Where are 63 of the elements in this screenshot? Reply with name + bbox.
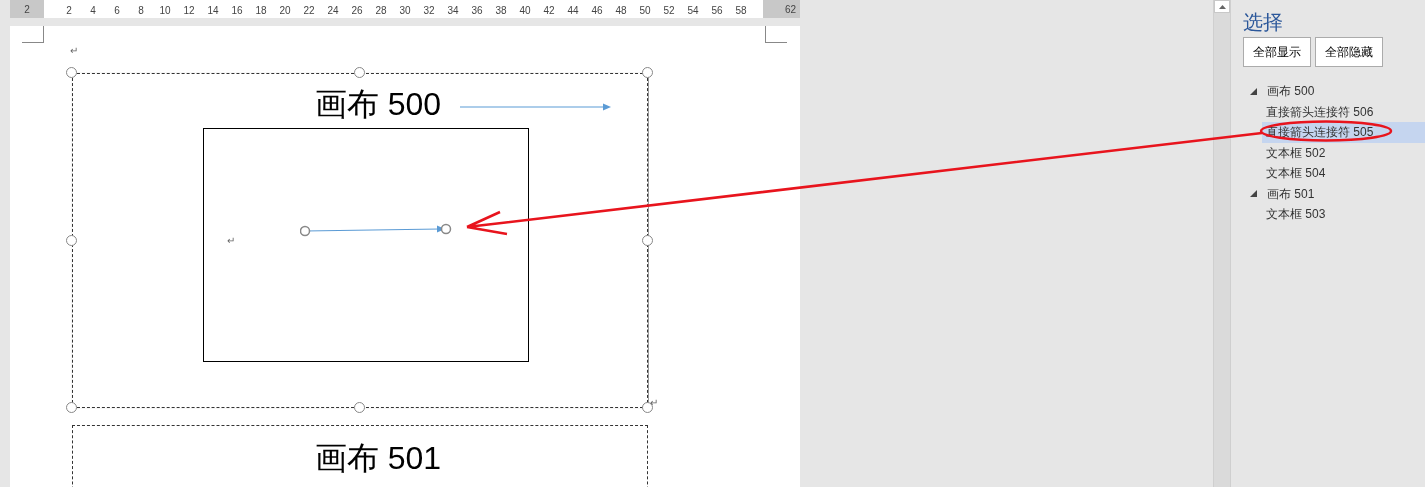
expanded-icon[interactable] bbox=[1250, 190, 1257, 198]
up-arrow-icon bbox=[1218, 4, 1226, 9]
margin-corner-mark bbox=[22, 26, 44, 43]
resize-handle[interactable] bbox=[642, 67, 653, 78]
ruler-number: 56 bbox=[711, 4, 723, 18]
ruler-number: 12 bbox=[183, 4, 195, 18]
pane-title: 选择 bbox=[1242, 10, 1284, 35]
resize-handle[interactable] bbox=[66, 234, 77, 246]
tree-item[interactable]: 直接箭头连接符 506 bbox=[1262, 101, 1425, 122]
ruler-number: 10 bbox=[159, 4, 171, 18]
tree-item[interactable]: 文本框 504 bbox=[1262, 163, 1425, 184]
resize-handle[interactable] bbox=[642, 234, 653, 246]
ruler-number: 50 bbox=[639, 4, 651, 18]
ruler-number: 24 bbox=[327, 4, 339, 18]
ruler-margin: 62 bbox=[763, 0, 800, 18]
ruler-number: 46 bbox=[591, 4, 603, 18]
expanded-icon[interactable] bbox=[1250, 87, 1257, 95]
tree-item[interactable]: 画布 501 bbox=[1250, 183, 1425, 204]
ruler-number: 52 bbox=[663, 4, 675, 18]
tree-item[interactable]: 画布 500 bbox=[1250, 81, 1425, 102]
ruler-number: 40 bbox=[519, 4, 531, 18]
resize-handle[interactable] bbox=[66, 402, 77, 413]
pane-button[interactable]: 全部显示 bbox=[1243, 37, 1311, 67]
margin-corner-mark bbox=[765, 26, 787, 43]
ruler-number: 16 bbox=[231, 4, 243, 18]
ruler-number: 54 bbox=[687, 4, 699, 18]
ruler-number: 4 bbox=[90, 4, 96, 18]
text-box[interactable] bbox=[203, 128, 529, 362]
ruler-number: 18 bbox=[255, 4, 267, 18]
tree-item[interactable]: 文本框 502 bbox=[1262, 142, 1425, 163]
drawing-canvas[interactable]: 画布 501 bbox=[72, 425, 648, 487]
tree-item[interactable]: 文本框 503 bbox=[1262, 204, 1425, 225]
paragraph-mark: ↵ bbox=[70, 46, 78, 56]
ruler-number: 20 bbox=[279, 4, 291, 18]
ruler-number: 44 bbox=[567, 4, 579, 18]
canvas-title: 画布 501 bbox=[313, 439, 443, 478]
ruler-number: 38 bbox=[495, 4, 507, 18]
ruler-number: 30 bbox=[399, 4, 411, 18]
resize-handle[interactable] bbox=[354, 67, 365, 78]
ruler-number: 22 bbox=[303, 4, 315, 18]
resize-handle[interactable] bbox=[354, 402, 365, 413]
canvas-title: 画布 500 bbox=[313, 85, 443, 124]
ruler-number: 42 bbox=[543, 4, 555, 18]
arrow-connector[interactable] bbox=[300, 223, 452, 237]
ruler-number: 8 bbox=[138, 4, 144, 18]
resize-handle[interactable] bbox=[66, 67, 77, 78]
ruler-number: 6 bbox=[114, 4, 120, 18]
ruler-number: 48 bbox=[615, 4, 627, 18]
ruler-number: 34 bbox=[447, 4, 459, 18]
ruler-number: 32 bbox=[423, 4, 435, 18]
paragraph-mark: ↵ bbox=[650, 398, 658, 408]
ruler-number: 2 bbox=[66, 4, 72, 18]
ruler-number: 28 bbox=[375, 4, 387, 18]
ruler-number: 26 bbox=[351, 4, 363, 18]
arrow-connector[interactable] bbox=[460, 102, 612, 112]
ruler-number: 58 bbox=[735, 4, 747, 18]
ruler-margin: 2 bbox=[10, 0, 44, 18]
scrollbar[interactable] bbox=[1213, 0, 1230, 487]
scroll-up-button[interactable] bbox=[1214, 0, 1230, 13]
ruler-number: 36 bbox=[471, 4, 483, 18]
pane-button[interactable]: 全部隐藏 bbox=[1315, 37, 1383, 67]
ruler-number: 14 bbox=[207, 4, 219, 18]
paragraph-mark: ↵ bbox=[227, 236, 235, 246]
